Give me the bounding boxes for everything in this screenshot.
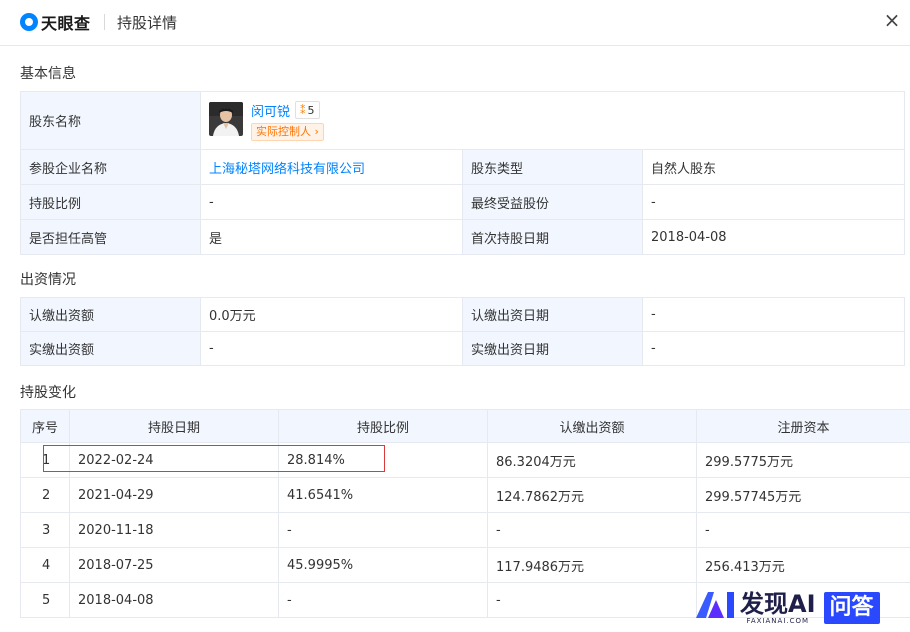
section-title-basic: 基本信息	[20, 66, 76, 82]
investment-table: 认缴出资额 0.0万元 认缴出资日期 - 实缴出资额 - 实缴出资日期 -	[20, 297, 905, 366]
final-benefit-label: 最终受益股份	[462, 184, 643, 220]
row-ratio: 45.9995%	[278, 547, 488, 583]
basic-info-table: 股东名称 闵可锐 ⁑ 5 实际控制人 › 参股企业名称 上海秘塔网络科技有限公司…	[20, 91, 905, 255]
company-label: 参股企业名称	[20, 149, 201, 185]
row-index: 3	[20, 512, 70, 548]
row-date: 2018-07-25	[69, 547, 279, 583]
shareholder-cell: 闵可锐 ⁑ 5 实际控制人 ›	[200, 91, 905, 150]
watermark-sub: FAXIANAI.COM	[746, 616, 810, 625]
final-benefit-value: -	[642, 184, 905, 220]
dialog-header: 天眼查 持股详情 ×	[0, 0, 910, 46]
watermark-brand: 发现AI	[740, 589, 816, 618]
section-title-investment: 出资情况	[20, 272, 76, 288]
table-row: 2 2021-04-29 41.6541% 124.7862万元 299.577…	[20, 477, 910, 513]
relation-count-badge[interactable]: ⁑ 5	[295, 101, 320, 119]
paid-date-value: -	[642, 331, 905, 366]
row-capital: 256.413万元	[696, 547, 910, 583]
row-ratio: 28.814%	[278, 442, 488, 478]
tianyancha-logo[interactable]: 天眼查	[20, 10, 91, 34]
type-label: 股东类型	[462, 149, 643, 185]
logo-icon	[20, 13, 38, 31]
row-subscribed: -	[487, 512, 697, 548]
row-capital: 299.57745万元	[696, 477, 910, 513]
watermark-qa: 问答	[823, 591, 880, 624]
table-row: 4 2018-07-25 45.9995% 117.9486万元 256.413…	[20, 547, 910, 583]
row-subscribed: -	[487, 582, 697, 618]
logo-text: 天眼查	[41, 14, 91, 33]
row-date: 2018-04-08	[69, 582, 279, 618]
page-title: 持股详情	[117, 14, 178, 32]
row-index: 2	[20, 477, 70, 513]
row-date: 2021-04-29	[69, 477, 279, 513]
row-index: 4	[20, 547, 70, 583]
col-header-date: 持股日期	[69, 409, 279, 443]
paid-date-label: 实缴出资日期	[462, 331, 643, 366]
relation-count: 5	[307, 103, 315, 117]
subscribed-date-label: 认缴出资日期	[462, 297, 643, 332]
relation-icon: ⁑	[300, 103, 306, 117]
history-table: 序号 持股日期 持股比例 认缴出资额 注册资本 1 2022-02-24 28.…	[20, 409, 910, 618]
close-button[interactable]: ×	[882, 10, 902, 30]
ratio-label: 持股比例	[20, 184, 201, 220]
col-header-capital: 注册资本	[696, 409, 910, 443]
col-header-subscribed: 认缴出资额	[487, 409, 697, 443]
actual-controller-tag[interactable]: 实际控制人 ›	[251, 123, 324, 141]
section-title-history: 持股变化	[20, 385, 76, 401]
shareholder-avatar[interactable]	[209, 102, 243, 136]
row-ratio: -	[278, 582, 488, 618]
subscribed-amount-value: 0.0万元	[200, 297, 463, 332]
executive-value: 是	[200, 219, 463, 255]
header-divider	[104, 14, 105, 30]
col-header-index: 序号	[20, 409, 70, 443]
first-date-label: 首次持股日期	[462, 219, 643, 255]
shareholder-label: 股东名称	[20, 91, 201, 150]
executive-label: 是否担任高管	[20, 219, 201, 255]
table-row: 3 2020-11-18 - - -	[20, 512, 910, 548]
col-header-ratio: 持股比例	[278, 409, 488, 443]
row-date: 2020-11-18	[69, 512, 279, 548]
ratio-value: -	[200, 184, 463, 220]
row-date: 2022-02-24	[69, 442, 279, 478]
subscribed-amount-label: 认缴出资额	[20, 297, 201, 332]
subscribed-date-value: -	[642, 297, 905, 332]
company-name-link[interactable]: 上海秘塔网络科技有限公司	[209, 162, 365, 177]
row-ratio: 41.6541%	[278, 477, 488, 513]
watermark: 发现AI FAXIANAI.COM 问答	[694, 588, 880, 627]
row-capital: -	[696, 512, 910, 548]
row-capital: 299.5775万元	[696, 442, 910, 478]
paid-amount-label: 实缴出资额	[20, 331, 201, 366]
shareholder-name-link[interactable]: 闵可锐	[251, 101, 290, 120]
row-index: 1	[20, 442, 70, 478]
table-row: 1 2022-02-24 28.814% 86.3204万元 299.5775万…	[20, 442, 910, 478]
first-date-value: 2018-04-08	[642, 219, 905, 255]
actual-controller-label: 实际控制人	[256, 125, 311, 138]
type-value: 自然人股东	[642, 149, 905, 185]
paid-amount-value: -	[200, 331, 463, 366]
row-subscribed: 117.9486万元	[487, 547, 697, 583]
row-subscribed: 86.3204万元	[487, 442, 697, 478]
row-subscribed: 124.7862万元	[487, 477, 697, 513]
watermark-logo-icon	[694, 588, 738, 627]
row-ratio: -	[278, 512, 488, 548]
row-index: 5	[20, 582, 70, 618]
